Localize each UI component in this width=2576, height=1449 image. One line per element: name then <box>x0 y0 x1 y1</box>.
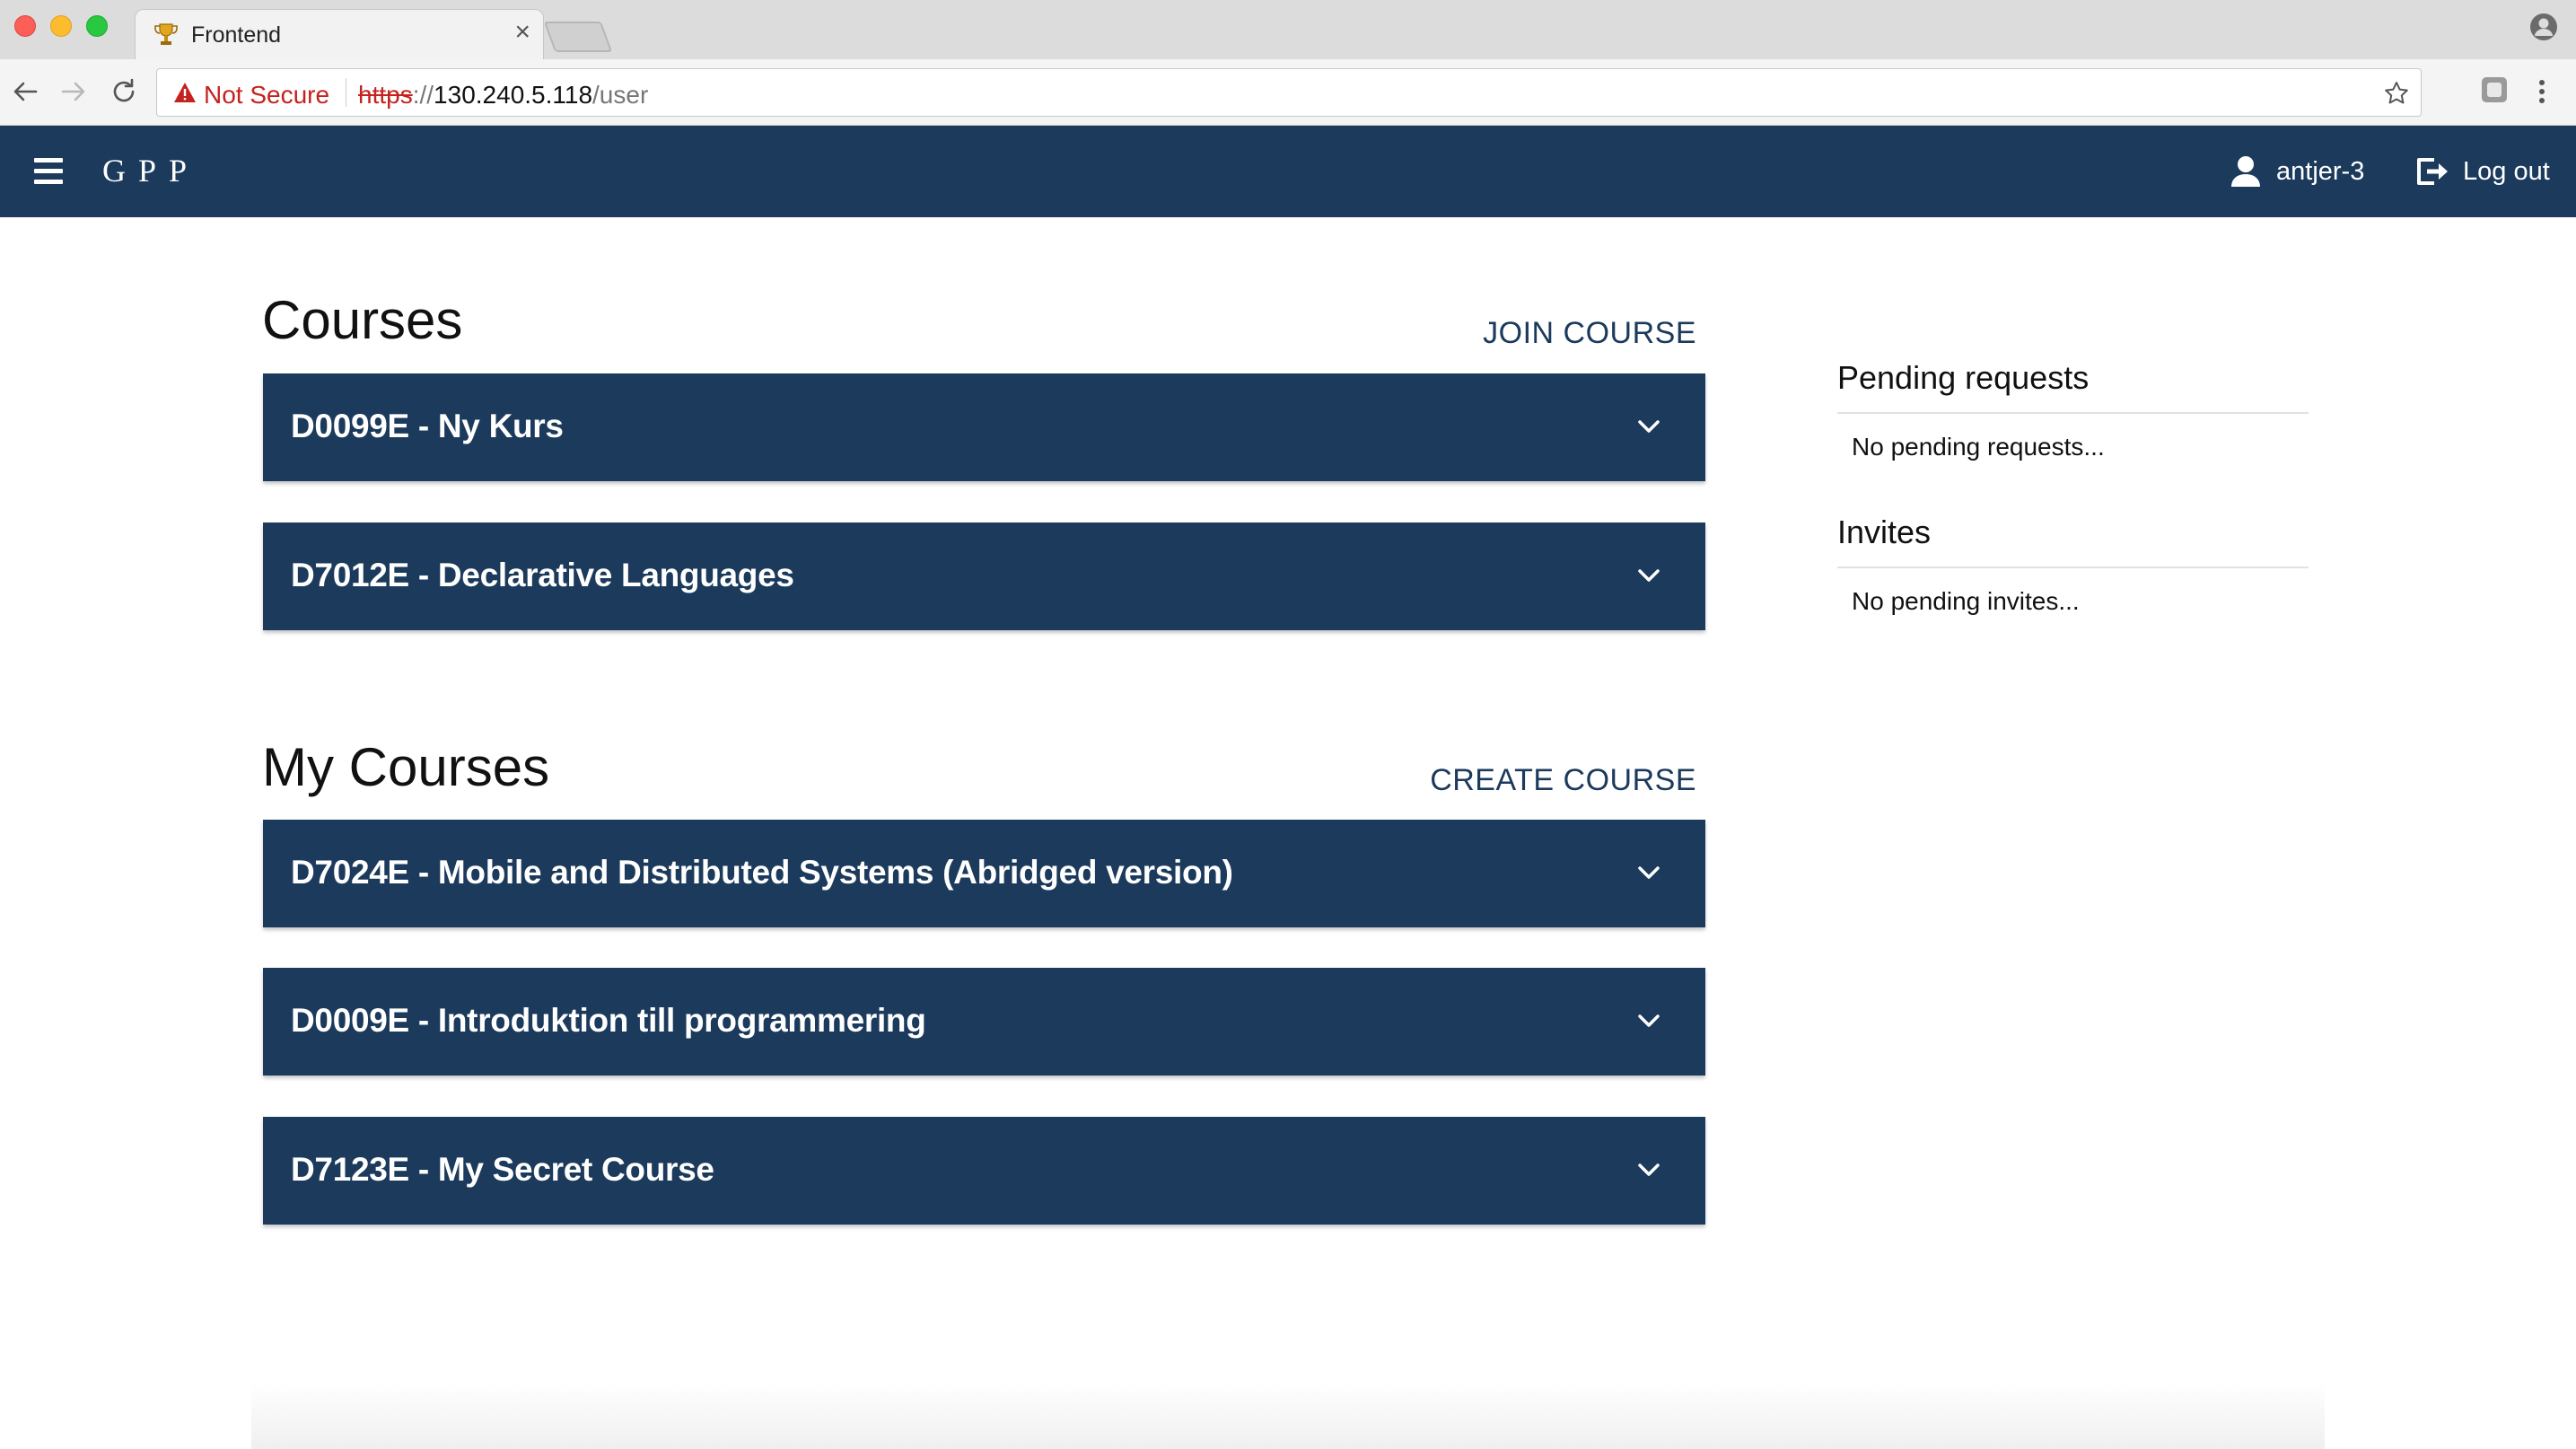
window-maximize-button[interactable] <box>86 15 108 37</box>
url-path: /user <box>592 81 649 109</box>
tab-close-icon[interactable]: × <box>514 19 530 46</box>
course-item[interactable]: D0099E - Ny Kurs <box>263 373 1705 481</box>
course-title: D7024E - Mobile and Distributed Systems … <box>291 854 1233 891</box>
browser-tab-active[interactable]: Frontend × <box>135 9 544 59</box>
chevron-down-icon[interactable] <box>1635 562 1662 589</box>
pending-requests-empty-text: No pending requests... <box>1852 433 2105 461</box>
address-bar[interactable]: Not Secure https://130.240.5.118/user <box>156 68 2422 117</box>
chevron-down-icon[interactable] <box>1635 1156 1662 1183</box>
back-arrow-icon[interactable] <box>9 75 41 108</box>
pending-requests-heading: Pending requests <box>1837 359 2090 396</box>
divider <box>1837 566 2309 568</box>
invites-heading: Invites <box>1837 514 1932 550</box>
reload-icon[interactable] <box>108 75 140 108</box>
new-tab-button[interactable] <box>543 22 613 52</box>
user-profile-link[interactable]: antjer-3 <box>2230 151 2364 192</box>
browser-menu-icon[interactable] <box>2533 75 2551 108</box>
warning-icon <box>174 83 196 102</box>
username-label: antjer-3 <box>2276 156 2365 186</box>
courses-heading: Courses <box>262 290 463 350</box>
window-minimize-button[interactable] <box>50 15 72 37</box>
course-title: D7123E - My Secret Course <box>291 1151 714 1188</box>
invites-empty-text: No pending invites... <box>1852 587 2080 615</box>
logout-button[interactable]: Log out <box>2414 151 2550 192</box>
url-separator: :// <box>412 81 434 109</box>
bookmark-star-icon[interactable] <box>2383 80 2410 107</box>
browser-toolbar: Not Secure https://130.240.5.118/user <box>0 59 2576 126</box>
window-close-button[interactable] <box>14 15 36 37</box>
my-courses-heading: My Courses <box>262 737 550 797</box>
user-icon <box>2231 156 2260 187</box>
join-course-button[interactable]: JOIN COURSE <box>1483 316 1696 351</box>
logout-icon <box>2417 158 2448 185</box>
browser-tabstrip: Frontend × <box>0 0 2576 59</box>
course-item[interactable]: D7123E - My Secret Course <box>263 1117 1705 1225</box>
trophy-icon <box>154 23 178 45</box>
chevron-down-icon[interactable] <box>1635 859 1662 886</box>
url-host: 130.240.5.118 <box>434 81 593 109</box>
logout-label: Log out <box>2463 156 2550 186</box>
url-scheme: https <box>358 81 413 109</box>
divider <box>1837 412 2309 414</box>
security-indicator[interactable]: Not Secure <box>204 81 329 110</box>
course-item[interactable]: D7024E - Mobile and Distributed Systems … <box>263 820 1705 927</box>
course-title: D0099E - Ny Kurs <box>291 408 564 444</box>
tab-title: Frontend <box>191 22 282 48</box>
forward-arrow-icon[interactable] <box>57 75 90 108</box>
profile-icon[interactable] <box>2529 13 2558 41</box>
footer-shadow <box>251 1383 2325 1449</box>
chevron-down-icon[interactable] <box>1635 413 1662 440</box>
hamburger-menu-icon[interactable] <box>34 158 63 185</box>
course-item[interactable]: D7012E - Declarative Languages <box>263 523 1705 630</box>
course-item[interactable]: D0009E - Introduktion till programmering <box>263 968 1705 1076</box>
app-navbar: GPP antjer-3 Log out <box>0 126 2576 217</box>
extension-icon[interactable] <box>2479 75 2510 105</box>
course-title: D7012E - Declarative Languages <box>291 557 794 593</box>
brand-logo[interactable]: GPP <box>102 152 199 189</box>
course-title: D0009E - Introduktion till programmering <box>291 1002 926 1039</box>
url-text[interactable]: https://130.240.5.118/user <box>358 81 648 110</box>
create-course-button[interactable]: CREATE COURSE <box>1430 763 1696 798</box>
chevron-down-icon[interactable] <box>1635 1007 1662 1034</box>
